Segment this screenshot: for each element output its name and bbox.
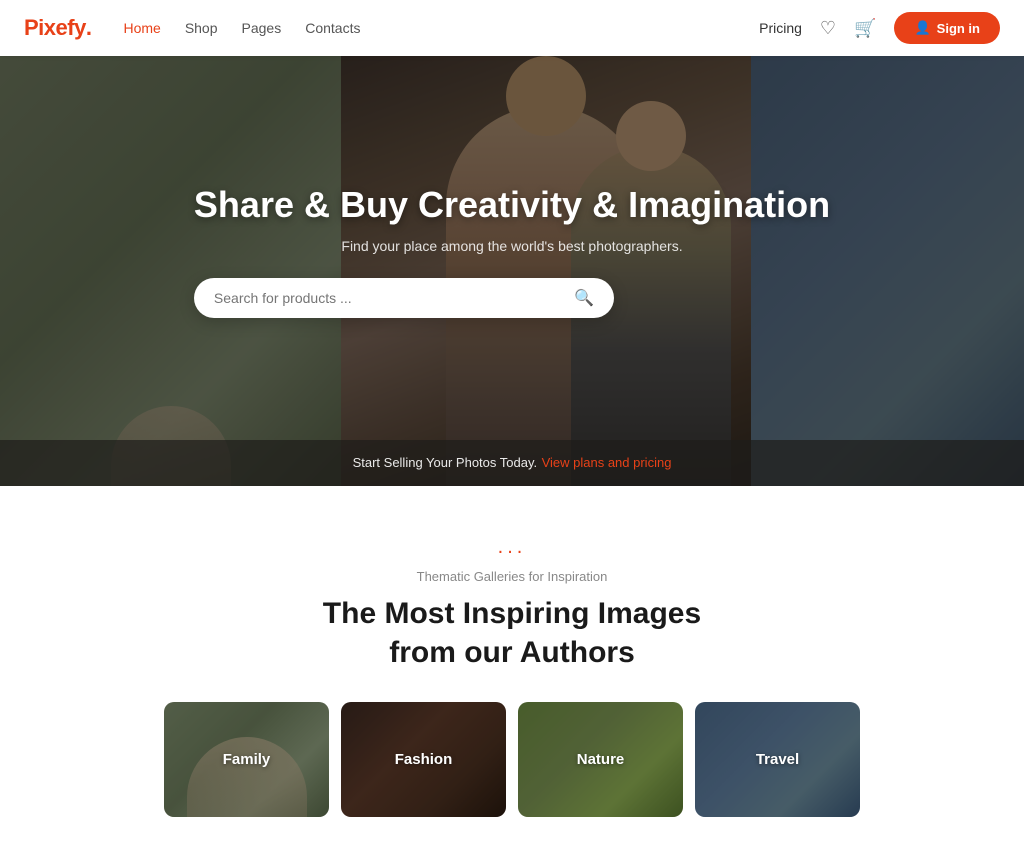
cart-icon[interactable]: 🛒 [854, 18, 876, 39]
gallery-grid: Family Fashion Nature Travel [80, 702, 944, 817]
logo-dot: . [86, 15, 92, 41]
gallery-card-travel[interactable]: Travel [695, 702, 860, 817]
hero-bottom-link[interactable]: View plans and pricing [542, 455, 672, 470]
gallery-card-label: Travel [756, 751, 799, 768]
gallery-card-label: Fashion [395, 751, 453, 768]
gallery-card-fashion[interactable]: Fashion [341, 702, 506, 817]
nav-link-home[interactable]: Home [123, 20, 160, 36]
search-input[interactable] [214, 290, 574, 306]
gallery-card-overlay: Nature [518, 702, 683, 817]
search-bar: 🔍 [194, 278, 614, 318]
navbar: Pixefy. Home Shop Pages Contacts Pricing ♡ … [0, 0, 1024, 56]
signin-button[interactable]: 👤 Sign in [894, 12, 1000, 44]
hero-bottom-bar: Start Selling Your Photos Today. View pl… [0, 440, 1024, 486]
hero-section: Share & Buy Creativity & Imagination Fin… [0, 56, 1024, 486]
navbar-left: Pixefy. Home Shop Pages Contacts [24, 15, 360, 41]
hero-content: Share & Buy Creativity & Imagination Fin… [174, 184, 850, 318]
nav-link-shop[interactable]: Shop [185, 20, 218, 36]
hero-subtitle: Find your place among the world's best p… [194, 238, 830, 254]
hero-bottom-text: Start Selling Your Photos Today. [353, 455, 538, 470]
nav-link-pages[interactable]: Pages [242, 20, 282, 36]
nav-link-contacts[interactable]: Contacts [305, 20, 360, 36]
gallery-card-family[interactable]: Family [164, 702, 329, 817]
gallery-card-overlay: Fashion [341, 702, 506, 817]
logo[interactable]: Pixefy. [24, 15, 91, 41]
logo-text: Pixefy [24, 15, 86, 41]
nav-links: Home Shop Pages Contacts [123, 20, 360, 36]
navbar-right: Pricing ♡ 🛒 👤 Sign in [759, 12, 1000, 44]
gallery-section: ... Thematic Galleries for Inspiration T… [0, 486, 1024, 857]
hero-title: Share & Buy Creativity & Imagination [194, 184, 830, 226]
gallery-card-label: Family [223, 751, 271, 768]
gallery-card-label: Nature [577, 751, 625, 768]
gallery-card-overlay: Family [164, 702, 329, 817]
pricing-link[interactable]: Pricing [759, 20, 802, 36]
gallery-subtitle: Thematic Galleries for Inspiration [80, 569, 944, 584]
wishlist-icon[interactable]: ♡ [820, 18, 836, 39]
gallery-card-nature[interactable]: Nature [518, 702, 683, 817]
gallery-dots: ... [80, 536, 944, 559]
gallery-card-overlay: Travel [695, 702, 860, 817]
gallery-title: The Most Inspiring Images from our Autho… [80, 594, 944, 672]
user-icon: 👤 [914, 20, 930, 36]
search-button[interactable]: 🔍 [574, 288, 594, 308]
